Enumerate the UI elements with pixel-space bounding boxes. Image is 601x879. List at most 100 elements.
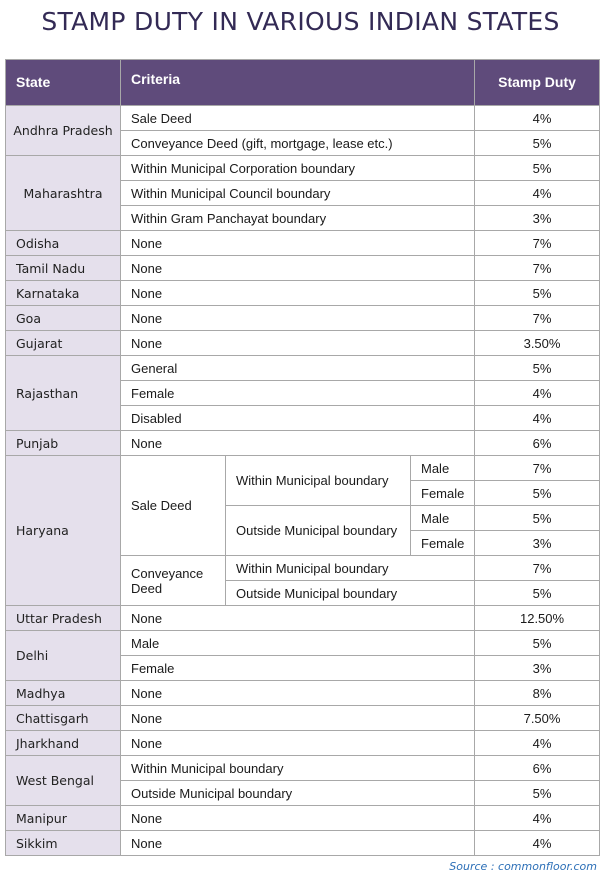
table-row: Uttar Pradesh None 12.50% bbox=[5, 605, 601, 631]
criteria-cell: Within Municipal Corporation boundary bbox=[119, 155, 476, 181]
table-row: Manipur None 4% bbox=[5, 805, 601, 831]
duty-cell: 4% bbox=[474, 730, 601, 756]
criteria-cell: None bbox=[119, 605, 476, 631]
criteria-cell: Within Municipal boundary bbox=[119, 755, 476, 781]
table-row: Sikkim None 4% bbox=[5, 830, 601, 856]
criteria-cell: None bbox=[119, 805, 476, 831]
criteria-cell: Male bbox=[119, 630, 476, 656]
duty-cell: 4% bbox=[474, 380, 601, 406]
state-cell: Chattisgarh bbox=[5, 705, 121, 731]
table-row: Gujarat None 3.50% bbox=[5, 330, 601, 356]
source-credit: Source : commonfloor.com bbox=[449, 860, 597, 873]
duty-cell: 7% bbox=[474, 555, 601, 581]
table-row: Delhi Male 5% bbox=[5, 630, 601, 681]
conveyance-deed-label: Conveyance Deed bbox=[131, 565, 204, 596]
state-cell: Andhra Pradesh bbox=[5, 105, 121, 156]
duty-cell: 6% bbox=[474, 755, 601, 781]
criteria-cell: Female bbox=[119, 380, 476, 406]
duty-cell: 4% bbox=[474, 180, 601, 206]
duty-cell: 5% bbox=[474, 505, 601, 531]
duty-cell: 7.50% bbox=[474, 705, 601, 731]
state-cell: Goa bbox=[5, 305, 121, 331]
criteria-cell: Within Gram Panchayat boundary bbox=[119, 205, 476, 231]
table-row: West Bengal Within Municipal boundary 6% bbox=[5, 755, 601, 806]
duty-cell: 8% bbox=[474, 680, 601, 706]
state-cell: Delhi bbox=[5, 630, 121, 681]
sub-criteria-cell: Within Municipal boundary bbox=[225, 455, 411, 506]
duty-cell: 4% bbox=[474, 805, 601, 831]
criteria-cell: None bbox=[119, 255, 476, 281]
criteria-cell: None bbox=[119, 330, 476, 356]
duty-cell: 6% bbox=[474, 430, 601, 456]
gender-cell: Female bbox=[409, 480, 476, 506]
table-row: Jharkhand None 4% bbox=[5, 730, 601, 756]
duty-cell: 4% bbox=[474, 105, 601, 131]
table-row: Andhra Pradesh Sale Deed 4% bbox=[5, 105, 601, 156]
state-cell: Maharashtra bbox=[5, 155, 121, 231]
duty-cell: 7% bbox=[474, 305, 601, 331]
header-criteria: Criteria bbox=[119, 59, 476, 106]
sub-criteria-cell: Outside Municipal boundary bbox=[225, 505, 411, 556]
criteria-cell: Conveyance Deed bbox=[120, 555, 226, 606]
duty-cell: 4% bbox=[474, 405, 601, 431]
criteria-cell: None bbox=[119, 280, 476, 306]
criteria-cell: Sale Deed bbox=[120, 455, 226, 556]
criteria-cell: None bbox=[119, 680, 476, 706]
duty-cell: 5% bbox=[474, 280, 601, 306]
gender-cell: Male bbox=[409, 505, 476, 531]
state-cell: Karnataka bbox=[5, 280, 121, 306]
duty-cell: 7% bbox=[474, 230, 601, 256]
duty-cell: 5% bbox=[474, 580, 601, 606]
duty-cell: 4% bbox=[474, 830, 601, 856]
gender-cell: Female bbox=[409, 530, 476, 556]
table-row: Goa None 7% bbox=[5, 305, 601, 331]
table-row: Karnataka None 5% bbox=[5, 280, 601, 306]
state-cell: Sikkim bbox=[5, 830, 121, 856]
table-row: Punjab None 6% bbox=[5, 430, 601, 456]
state-cell: Odisha bbox=[5, 230, 121, 256]
page-title: STAMP DUTY IN VARIOUS INDIAN STATES bbox=[41, 7, 560, 36]
header-state: State bbox=[5, 59, 121, 106]
duty-cell: 3% bbox=[474, 205, 601, 231]
duty-cell: 5% bbox=[474, 480, 601, 506]
sub-criteria-cell: Outside Municipal boundary bbox=[224, 580, 476, 606]
duty-cell: 5% bbox=[474, 130, 601, 156]
criteria-cell: General bbox=[119, 355, 476, 381]
duty-cell: 5% bbox=[474, 355, 601, 381]
duty-cell: 3% bbox=[474, 655, 601, 681]
table-row: Tamil Nadu None 7% bbox=[5, 255, 601, 281]
duty-cell: 3.50% bbox=[474, 330, 601, 356]
sub-criteria-cell: Within Municipal boundary bbox=[224, 555, 476, 581]
state-cell: Haryana bbox=[5, 455, 121, 606]
duty-cell: 7% bbox=[474, 455, 601, 481]
criteria-cell: None bbox=[119, 230, 476, 256]
table-row: Rajasthan General 5% bbox=[5, 355, 601, 431]
criteria-cell: Conveyance Deed (gift, mortgage, lease e… bbox=[119, 130, 476, 156]
criteria-cell: Disabled bbox=[119, 405, 476, 431]
table-row: Chattisgarh None 7.50% bbox=[5, 705, 601, 731]
state-cell: Tamil Nadu bbox=[5, 255, 121, 281]
table-row: Odisha None 7% bbox=[5, 230, 601, 256]
state-cell: Manipur bbox=[5, 805, 121, 831]
duty-cell: 3% bbox=[474, 530, 601, 556]
stamp-duty-table: State Criteria Stamp Duty Andhra Pradesh… bbox=[5, 59, 601, 856]
criteria-cell: Sale Deed bbox=[119, 105, 476, 131]
criteria-cell: None bbox=[119, 730, 476, 756]
duty-cell: 7% bbox=[474, 255, 601, 281]
state-cell: Gujarat bbox=[5, 330, 121, 356]
state-cell: West Bengal bbox=[5, 755, 121, 806]
state-cell: Madhya bbox=[5, 680, 121, 706]
criteria-cell: None bbox=[119, 705, 476, 731]
criteria-cell: None bbox=[119, 305, 476, 331]
duty-cell: 12.50% bbox=[474, 605, 601, 631]
header-stamp-duty: Stamp Duty bbox=[474, 59, 601, 106]
criteria-cell: None bbox=[119, 430, 476, 456]
state-cell: Uttar Pradesh bbox=[5, 605, 121, 631]
state-cell: Rajasthan bbox=[5, 355, 121, 431]
table-row: Madhya None 8% bbox=[5, 680, 601, 706]
state-cell: Jharkhand bbox=[5, 730, 121, 756]
criteria-cell: Outside Municipal boundary bbox=[119, 780, 476, 806]
table-header-row: State Criteria Stamp Duty bbox=[5, 59, 601, 106]
table-row: Maharashtra Within Municipal Corporation… bbox=[5, 155, 601, 231]
gender-cell: Male bbox=[409, 455, 476, 481]
